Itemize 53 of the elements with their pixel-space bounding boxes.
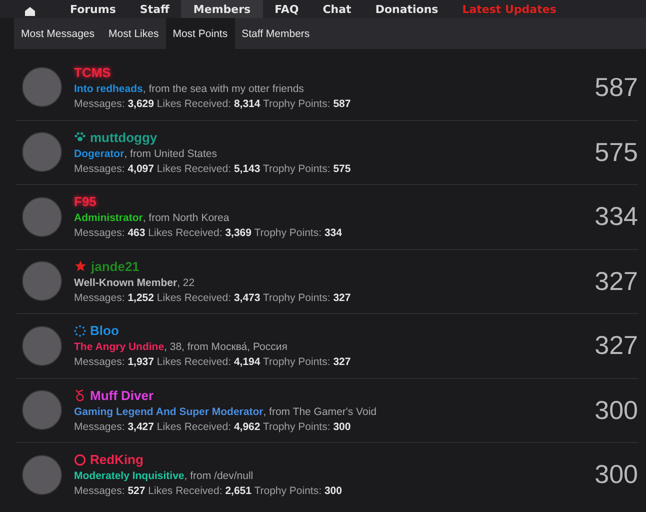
member-name[interactable]: RedKing — [90, 452, 144, 468]
member-stats: Messages: 527 Likes Received: 2,651 Trophy Points: 300 — [74, 485, 343, 498]
member-title: Gaming Legend And Super Moderator — [74, 406, 264, 418]
sub-tab[interactable]: Most Messages — [14, 18, 102, 49]
points-value: 334 — [594, 201, 638, 232]
sub-tab[interactable]: Most Points — [166, 18, 235, 49]
member-details: , from The Gamer's Void — [263, 406, 376, 418]
member-name[interactable]: TCMS — [74, 64, 111, 80]
avatar[interactable] — [22, 196, 62, 237]
points-value: 327 — [594, 266, 638, 297]
member-details: , from United States — [124, 148, 217, 160]
points-value: 575 — [594, 136, 638, 168]
member-details: , from North Korea — [142, 212, 230, 224]
member-stats: Messages: 3,427 Likes Received: 4,962 Trophy Points: 300 — [74, 420, 352, 433]
nav-tab[interactable]: FAQ — [262, 0, 311, 18]
home-icon[interactable] — [24, 6, 36, 16]
nav-tab[interactable]: Members — [181, 0, 263, 18]
points-value: 300 — [594, 394, 638, 426]
nav-tab[interactable]: Forums — [58, 0, 128, 18]
avatar[interactable] — [22, 261, 62, 302]
avatar[interactable] — [22, 390, 62, 430]
member-details: , 22 — [177, 276, 195, 289]
member-stats: Messages: 463 Likes Received: 3,369 Trophy Points: 334 — [74, 227, 343, 240]
member-title: Moderately Inquisitive — [74, 470, 184, 482]
avatar[interactable] — [22, 132, 62, 172]
avatar[interactable] — [22, 326, 62, 366]
avatar[interactable] — [22, 67, 62, 108]
member-details: , from /dev/null — [184, 470, 254, 482]
member-details: , 38, from Москва́, Россия — [164, 341, 288, 354]
member-name[interactable]: Muff Diver — [90, 388, 154, 403]
member-name[interactable]: jande21 — [91, 258, 140, 274]
member-name[interactable]: Bloo — [90, 323, 119, 338]
points-value: 300 — [594, 459, 638, 490]
sub-tab[interactable]: Staff Members — [234, 18, 317, 49]
avatar[interactable] — [22, 454, 62, 495]
member-details: , from the sea with my otter friends — [142, 82, 304, 95]
points-value: 587 — [594, 72, 638, 103]
nav-tab[interactable]: Chat — [310, 0, 364, 18]
member-stats: Messages: 4,097 Likes Received: 5,143 Trophy Points: 575 — [74, 162, 352, 175]
member-title: Well-Known Member — [74, 276, 178, 289]
member-name[interactable]: F95 — [74, 194, 96, 210]
member-stats: Messages: 1,937 Likes Received: 4,194 Trophy Points: 327 — [74, 356, 352, 368]
member-name[interactable]: muttdoggy — [90, 130, 158, 145]
sub-tab[interactable]: Most Likes — [102, 18, 166, 49]
member-title: The Angry Undine — [74, 341, 164, 354]
member-stats: Messages: 3,629 Likes Received: 8,314 Trophy Points: 587 — [74, 98, 352, 110]
points-value: 327 — [594, 330, 638, 362]
member-stats: Messages: 1,252 Likes Received: 3,473 Trophy Points: 327 — [74, 292, 352, 304]
member-title: Dogerator — [74, 148, 124, 160]
member-title: Into redheads — [74, 82, 143, 95]
member-title: Administrator — [74, 212, 143, 224]
nav-tab[interactable]: Donations — [363, 0, 450, 18]
nav-tab[interactable]: Staff — [128, 0, 182, 18]
